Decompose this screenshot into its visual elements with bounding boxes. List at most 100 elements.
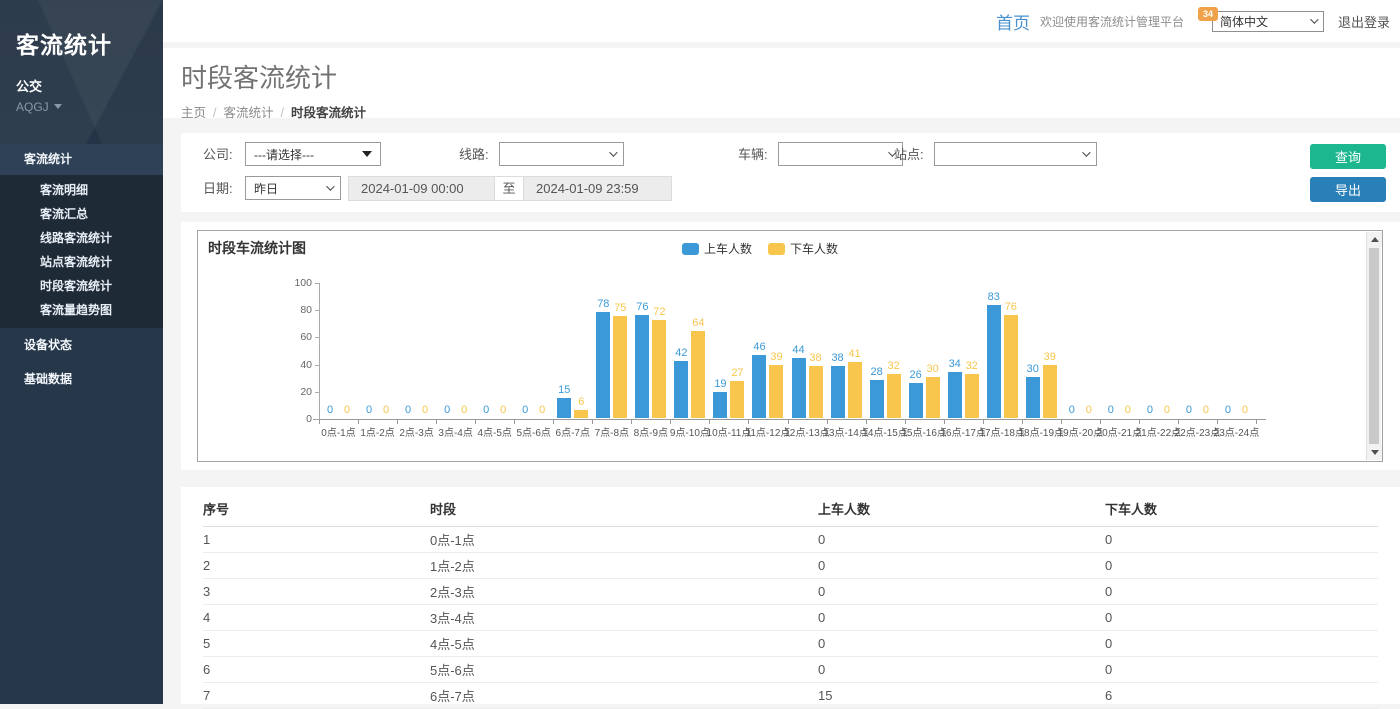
bar-boarding[interactable] [635,315,649,418]
sidebar-subitem[interactable]: 客流量趋势图 [0,298,163,322]
sidebar-subitem[interactable]: 站点客流统计 [0,250,163,274]
sidebar-subitem[interactable]: 客流汇总 [0,202,163,226]
bar-value-label: 15 [547,384,581,396]
caret-down-icon [54,104,62,109]
bar-alighting[interactable] [965,374,979,418]
sidebar: 客流统计 公交 AQGJ 客流统计 客流明细客流汇总线路客流统计站点客流统计时段… [0,0,163,704]
notification-badge[interactable]: 34 [1198,7,1218,21]
table-cell: 0 [1105,657,1378,683]
bar-boarding[interactable] [831,366,845,418]
table-cell: 3 [203,579,430,605]
table-row[interactable]: 32点-3点00 [203,579,1378,605]
chevron-down-icon [1082,148,1090,156]
x-axis [313,419,1266,420]
chart-legend: 上车人数下车人数 [198,240,1322,257]
table-cell: 3点-4点 [430,605,818,631]
table-row[interactable]: 10点-1点00 [203,527,1378,553]
table-cell: 6 [1105,683,1378,709]
vehicle-select[interactable] [778,142,903,166]
chart-scrollbar[interactable] [1366,232,1381,460]
table-cell: 0 [818,631,1105,657]
date-end-input[interactable]: 2024-01-09 23:59 [523,176,672,201]
table-cell: 6 [203,657,430,683]
station-label: 站点: [894,143,924,167]
table-cell: 4 [203,605,430,631]
date-preset-select[interactable]: 昨日 [245,176,341,200]
bar-value-label: 76 [994,301,1028,313]
sidebar-item-base-data[interactable]: 基础数据 [0,362,163,396]
sidebar-subitem[interactable]: 时段客流统计 [0,274,163,298]
y-tick-label: 20 [300,386,312,398]
query-button[interactable]: 查询 [1310,144,1386,169]
breadcrumb: 主页/客流统计/时段客流统计 [181,102,1400,121]
bar-boarding[interactable] [909,383,923,418]
bar-alighting[interactable] [574,410,588,418]
table-row[interactable]: 76点-7点156 [203,683,1378,709]
scroll-up-icon[interactable] [1367,232,1382,247]
sidebar-subitem[interactable]: 线路客流统计 [0,226,163,250]
legend-entry[interactable]: 上车人数 [682,240,752,257]
scrollbar-thumb[interactable] [1369,248,1379,444]
brand-area: 客流统计 公交 AQGJ [0,0,163,114]
bar-alighting[interactable] [652,320,666,418]
sidebar-item-device-status[interactable]: 设备状态 [0,328,163,362]
bar-boarding[interactable] [674,361,688,418]
table-row[interactable]: 65点-6点00 [203,657,1378,683]
x-axis-labels: 0点-1点1点-2点2点-3点3点-4点4点-5点5点-6点6点-7点7点-8点… [319,424,1269,440]
app-title: 客流统计 [16,26,147,60]
date-separator: 至 [495,176,523,201]
home-link[interactable]: 首页 [996,9,1030,34]
scroll-down-icon[interactable] [1367,445,1382,460]
bar-alighting[interactable] [613,316,627,418]
table-cell: 2点-3点 [430,579,818,605]
logout-link[interactable]: 退出登录 [1338,12,1390,31]
bar-value-label: 39 [1033,351,1067,363]
table-row[interactable]: 21点-2点00 [203,553,1378,579]
table-cell: 1 [203,527,430,553]
language-select[interactable]: 简体中文 [1212,11,1324,32]
table-cell: 5 [203,631,430,657]
bar-boarding[interactable] [948,372,962,418]
y-tick-mark [315,392,319,393]
bar-alighting[interactable] [887,374,901,418]
table-row[interactable]: 54点-5点00 [203,631,1378,657]
org-label: 公交 [16,76,147,95]
bar-boarding[interactable] [792,358,806,418]
language-value: 简体中文 [1220,13,1268,30]
bar-value-label: 64 [681,317,715,329]
bar-alighting[interactable] [809,366,823,418]
table-cell: 0 [1105,605,1378,631]
bar-alighting[interactable] [691,331,705,418]
bar-boarding[interactable] [987,305,1001,418]
date-preset-value: 昨日 [254,180,278,197]
bar-boarding[interactable] [713,392,727,418]
breadcrumb-item[interactable]: 客流统计 [224,106,274,120]
table-column-header: 序号 [203,487,430,527]
breadcrumb-item[interactable]: 主页 [181,106,206,120]
date-start-input[interactable]: 2024-01-09 00:00 [348,176,495,201]
company-value: ---请选择--- [254,146,314,163]
bar-value-label: 6 [564,396,598,408]
company-select[interactable]: ---请选择--- [245,142,381,166]
table-cell: 0 [818,605,1105,631]
bar-alighting[interactable] [926,377,940,418]
table-cell: 7 [203,683,430,709]
y-tick-mark [315,365,319,366]
export-button[interactable]: 导出 [1310,177,1386,202]
bar-boarding[interactable] [1026,377,1040,418]
legend-entry[interactable]: 下车人数 [768,240,838,257]
y-tick-mark [315,310,319,311]
sidebar-item-passenger-stats[interactable]: 客流统计 [0,144,163,175]
user-dropdown[interactable]: AQGJ [16,100,147,114]
y-axis [319,283,320,420]
station-select[interactable] [934,142,1097,166]
filter-panel: 公司: ---请选择--- 线路: 车辆: 车辆: 站点: 日期: 昨日 202… [181,133,1400,212]
table-row[interactable]: 43点-4点00 [203,605,1378,631]
bar-alighting[interactable] [730,381,744,418]
bar-boarding[interactable] [870,380,884,418]
bar-boarding[interactable] [596,312,610,418]
bar-alighting[interactable] [769,365,783,418]
line-select[interactable] [499,142,624,166]
sidebar-subitem[interactable]: 客流明细 [0,178,163,202]
bar-boarding[interactable] [752,355,766,418]
